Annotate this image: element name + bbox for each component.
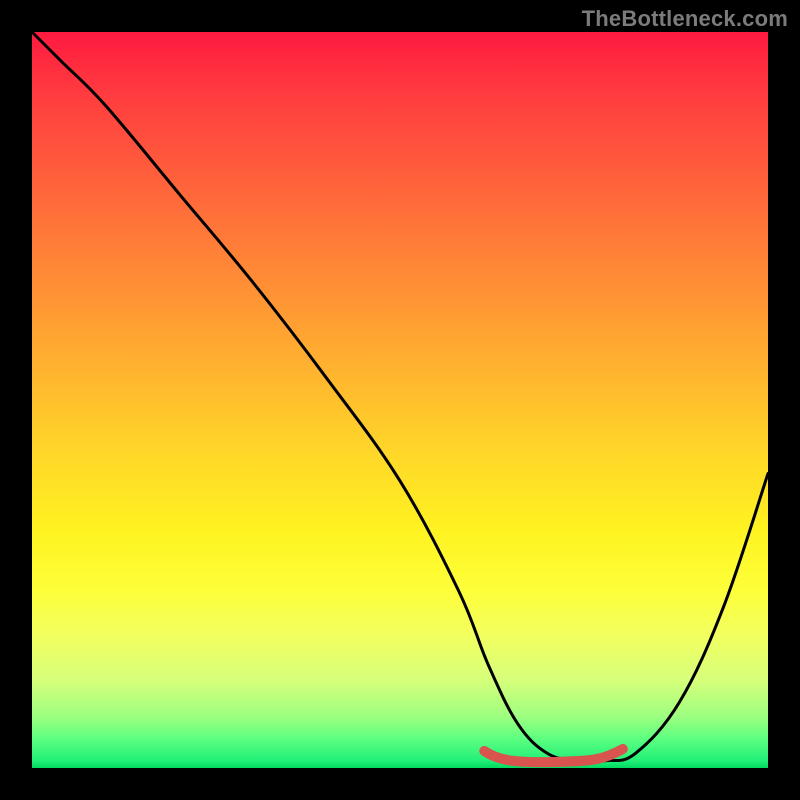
chart-frame: TheBottleneck.com: [0, 0, 800, 800]
bottleneck-curve: [32, 32, 768, 768]
curve-main: [32, 32, 768, 762]
plot-area: [32, 32, 768, 768]
watermark-text: TheBottleneck.com: [582, 6, 788, 32]
